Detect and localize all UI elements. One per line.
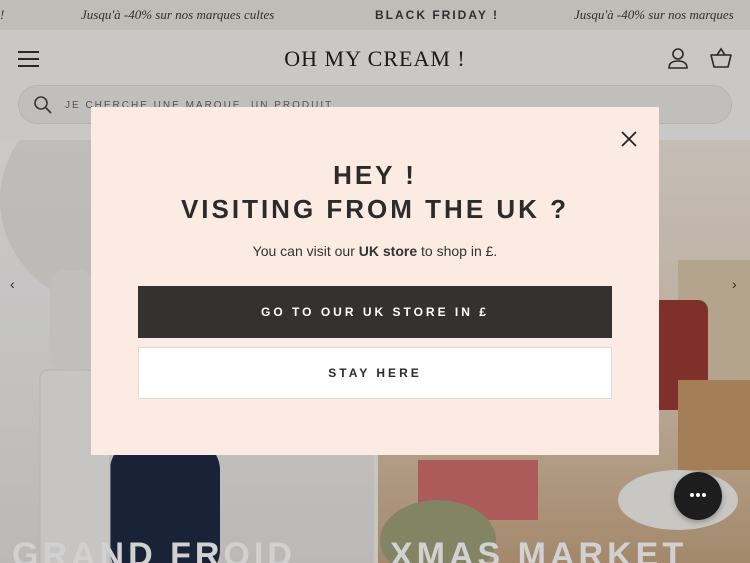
modal-title-line2: VISITING FROM THE UK ? (180, 194, 570, 224)
stay-here-button[interactable]: STAY HERE (138, 347, 612, 399)
chat-icon[interactable] (674, 472, 722, 520)
country-modal: HEY ! VISITING FROM THE UK ? You can vis… (91, 107, 659, 455)
modal-text-before: You can visit our (252, 243, 359, 259)
go-to-uk-store-button[interactable]: GO TO OUR UK STORE IN £ (138, 286, 612, 338)
modal-description: You can visit our UK store to shop in £. (91, 243, 659, 259)
close-icon[interactable] (617, 127, 641, 151)
modal-text-bold: UK store (358, 243, 418, 259)
modal-text-after: to shop in £. (417, 243, 498, 259)
modal-title-line1: HEY ! (333, 160, 417, 190)
